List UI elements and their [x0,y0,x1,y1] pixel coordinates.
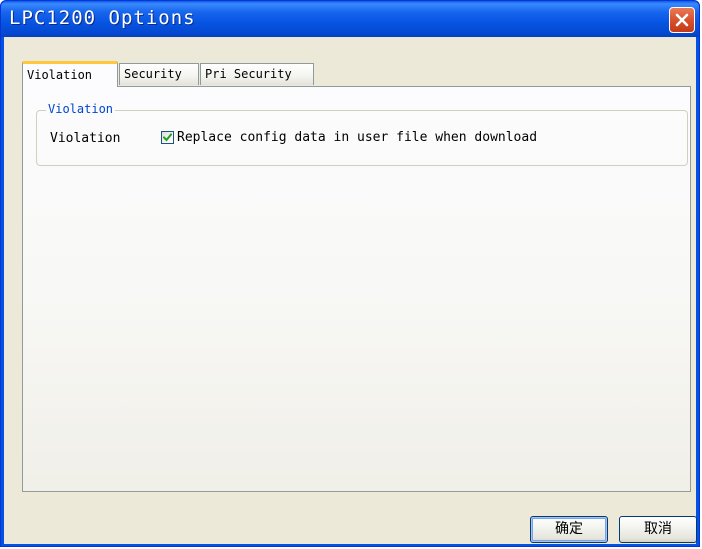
cancel-button[interactable]: 取消 [619,516,697,543]
replace-config-checkbox[interactable] [161,131,174,144]
groupbox-legend: Violation [46,102,116,116]
close-icon [675,13,689,27]
title-bar[interactable]: LPC1200 Options [1,1,699,37]
dialog-client-area: Violation Security Pri Security Violatio… [4,37,697,544]
tab-panel-violation: Violation Violation Replace config data … [22,86,691,492]
ok-button[interactable]: 确定 [530,516,608,543]
tab-pri-security[interactable]: Pri Security [200,63,314,85]
violation-field-label: Violation [50,131,121,146]
tab-security[interactable]: Security [119,63,199,85]
tab-violation[interactable]: Violation [22,61,118,87]
window-title: LPC1200 Options [9,7,196,29]
replace-config-checkbox-label[interactable]: Replace config data in user file when do… [177,130,537,145]
close-button[interactable] [669,7,695,33]
checkmark-icon [163,133,172,142]
options-dialog-window: LPC1200 Options Violation Security Pri S… [0,0,700,547]
violation-groupbox: Violation Violation Replace config data … [36,102,688,166]
